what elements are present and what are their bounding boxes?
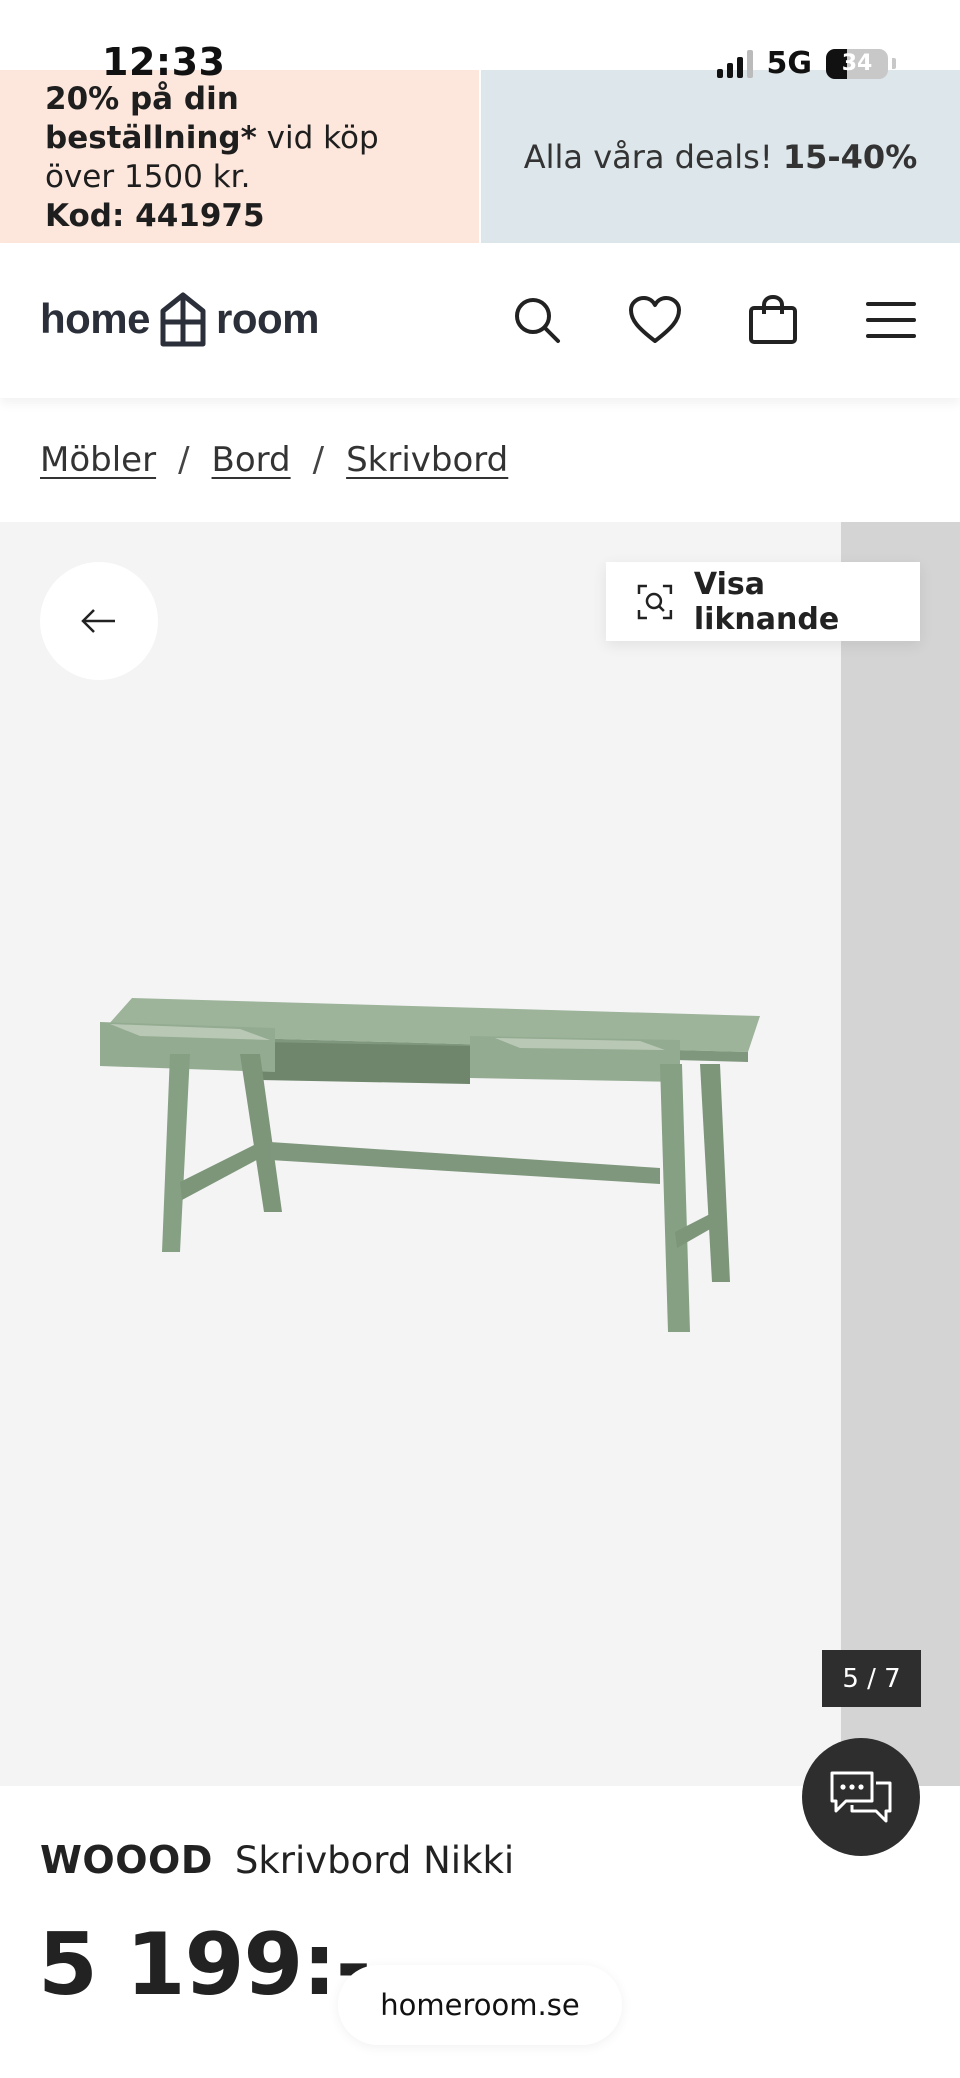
promo-line-2-bold: beställning*: [45, 120, 257, 156]
site-header: home room: [0, 243, 960, 398]
promo-deals-percent: 15-40%: [782, 137, 918, 176]
show-similar-button[interactable]: Visa liknande: [606, 562, 920, 641]
visual-search-icon: [637, 584, 673, 619]
menu-icon[interactable]: [862, 291, 920, 349]
battery-level: 34: [841, 50, 873, 76]
product-brand[interactable]: WOOOD: [40, 1838, 213, 1882]
heart-icon[interactable]: [626, 291, 684, 349]
network-type: 5G: [766, 46, 813, 81]
image-counter: 5 / 7: [822, 1650, 921, 1707]
status-indicators: 5G 34: [716, 46, 896, 81]
chat-button[interactable]: [802, 1738, 920, 1856]
promo-discount-text: 20% på din beställning* vid köp över 150…: [45, 80, 465, 236]
status-time: 12:33: [102, 40, 226, 84]
house-logo-icon: [160, 292, 206, 347]
back-button[interactable]: [40, 562, 158, 680]
product-image-gallery[interactable]: Visa liknande 5 / 7: [0, 522, 960, 1786]
breadcrumb-separator: /: [178, 440, 190, 480]
promo-deals-label: Alla våra deals!: [523, 137, 783, 176]
show-similar-label: Visa liknande: [693, 566, 840, 637]
product-name: Skrivbord Nikki: [234, 1839, 515, 1882]
breadcrumb: Möbler / Bord / Skrivbord: [40, 440, 508, 480]
breadcrumb-item-mobler[interactable]: Möbler: [40, 440, 156, 480]
logo-word-right: room: [216, 295, 320, 342]
status-bar: 12:33 5G 34: [0, 0, 960, 84]
bag-icon[interactable]: [744, 291, 802, 349]
product-image: [100, 998, 760, 1332]
logo-word-left: home: [40, 295, 151, 342]
next-image-preview[interactable]: [841, 522, 960, 1786]
search-icon[interactable]: [508, 291, 566, 349]
breadcrumb-item-bord[interactable]: Bord: [212, 440, 291, 480]
product-title: WOOOD Skrivbord Nikki: [40, 1838, 514, 1882]
promo-banner-deals[interactable]: Alla våra deals! 15-40%: [481, 70, 960, 243]
browser-url-bar[interactable]: homeroom.se: [338, 1965, 622, 2045]
promo-line-2-rest: vid köp: [256, 120, 379, 156]
battery-tip: [892, 58, 896, 69]
breadcrumb-item-skrivbord[interactable]: Skrivbord: [346, 440, 508, 480]
promo-banner-discount[interactable]: 20% på din beställning* vid köp över 150…: [0, 70, 479, 243]
chat-bubbles-icon: [830, 1771, 892, 1823]
promo-code: Kod: 441975: [45, 198, 265, 234]
promo-line-1: 20% på din: [45, 81, 239, 117]
promo-line-3: över 1500 kr.: [45, 159, 251, 195]
battery-icon: 34: [826, 48, 888, 79]
breadcrumb-separator: /: [312, 440, 325, 480]
homeroom-logo[interactable]: home room: [40, 291, 320, 347]
arrow-left-icon: [81, 609, 115, 633]
promo-deals-text: Alla våra deals! 15-40%: [524, 138, 918, 176]
product-price: 5 199:-: [38, 1915, 371, 2015]
signal-icon: [716, 49, 753, 78]
